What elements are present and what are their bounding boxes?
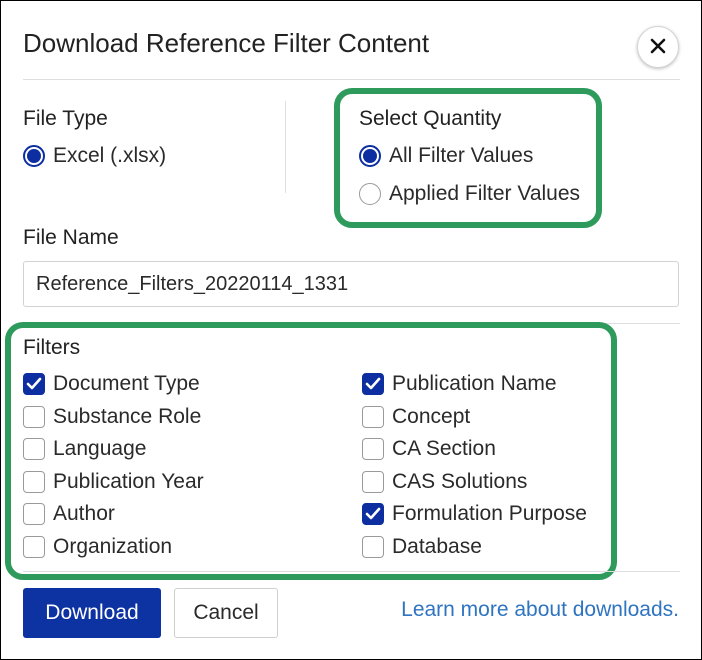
filter-language[interactable]: Language — [23, 437, 146, 461]
file-type-label: File Type — [23, 107, 108, 130]
radio-excel-label: Excel (.xlsx) — [53, 144, 167, 167]
header-divider — [23, 79, 680, 80]
download-button[interactable]: Download — [23, 588, 161, 638]
filter-label: Concept — [392, 405, 471, 428]
filter-label: Author — [53, 502, 115, 525]
checkbox-formulation-purpose[interactable] — [362, 503, 384, 525]
checkbox-publication-year[interactable] — [23, 471, 45, 493]
file-name-label: File Name — [23, 226, 119, 249]
filter-substance-role[interactable]: Substance Role — [23, 405, 201, 429]
checkbox-ca-section[interactable] — [362, 438, 384, 460]
filter-label: Publication Year — [53, 470, 204, 493]
checkbox-database[interactable] — [362, 536, 384, 558]
checkbox-document-type[interactable] — [23, 373, 45, 395]
radio-all-filter-values-indicator[interactable] — [359, 145, 381, 167]
filter-label: Publication Name — [392, 372, 557, 395]
footer-divider — [23, 571, 680, 572]
select-quantity-label: Select Quantity — [359, 107, 502, 130]
filter-label: Formulation Purpose — [392, 502, 587, 525]
checkmark-icon — [26, 377, 42, 390]
radio-all-filter-values[interactable]: All Filter Values — [359, 144, 533, 168]
radio-applied-filter-values[interactable]: Applied Filter Values — [359, 182, 580, 206]
filter-label: Document Type — [53, 372, 200, 395]
download-dialog: Download Reference Filter Content File T… — [0, 0, 702, 660]
close-button[interactable] — [637, 26, 679, 68]
cancel-button[interactable]: Cancel — [174, 588, 278, 638]
radio-excel[interactable]: Excel (.xlsx) — [23, 144, 166, 168]
close-icon — [650, 38, 666, 57]
filter-author[interactable]: Author — [23, 502, 115, 526]
radio-applied-filter-values-label: Applied Filter Values — [389, 182, 581, 205]
filter-organization[interactable]: Organization — [23, 535, 172, 559]
filter-label: CA Section — [392, 437, 496, 460]
radio-excel-indicator[interactable] — [23, 145, 45, 167]
filename-divider — [23, 323, 680, 324]
filter-publication-name[interactable]: Publication Name — [362, 372, 557, 396]
radio-applied-filter-values-indicator[interactable] — [359, 183, 381, 205]
checkmark-icon — [365, 507, 381, 520]
filter-label: CAS Solutions — [392, 470, 528, 493]
filter-cas-solutions[interactable]: CAS Solutions — [362, 470, 527, 494]
checkbox-concept[interactable] — [362, 406, 384, 428]
filter-label: Substance Role — [53, 405, 202, 428]
radio-all-filter-values-label: All Filter Values — [389, 144, 534, 167]
checkbox-language[interactable] — [23, 438, 45, 460]
filter-publication-year[interactable]: Publication Year — [23, 470, 204, 494]
checkbox-organization[interactable] — [23, 536, 45, 558]
filter-label: Database — [392, 535, 482, 558]
filter-label: Organization — [53, 535, 173, 558]
checkbox-publication-name[interactable] — [362, 373, 384, 395]
filter-ca-section[interactable]: CA Section — [362, 437, 496, 461]
filter-document-type[interactable]: Document Type — [23, 372, 200, 396]
filters-label: Filters — [23, 336, 81, 359]
checkbox-cas-solutions[interactable] — [362, 471, 384, 493]
checkbox-author[interactable] — [23, 503, 45, 525]
filter-formulation-purpose[interactable]: Formulation Purpose — [362, 502, 587, 526]
checkbox-substance-role[interactable] — [23, 406, 45, 428]
dialog-title: Download Reference Filter Content — [23, 28, 430, 58]
filter-database[interactable]: Database — [362, 535, 482, 559]
filter-concept[interactable]: Concept — [362, 405, 470, 429]
filter-label: Language — [53, 437, 147, 460]
file-name-input[interactable] — [23, 261, 679, 307]
checkmark-icon — [365, 377, 381, 390]
learn-more-link[interactable]: Learn more about downloads. — [401, 598, 679, 622]
column-divider — [285, 101, 286, 193]
